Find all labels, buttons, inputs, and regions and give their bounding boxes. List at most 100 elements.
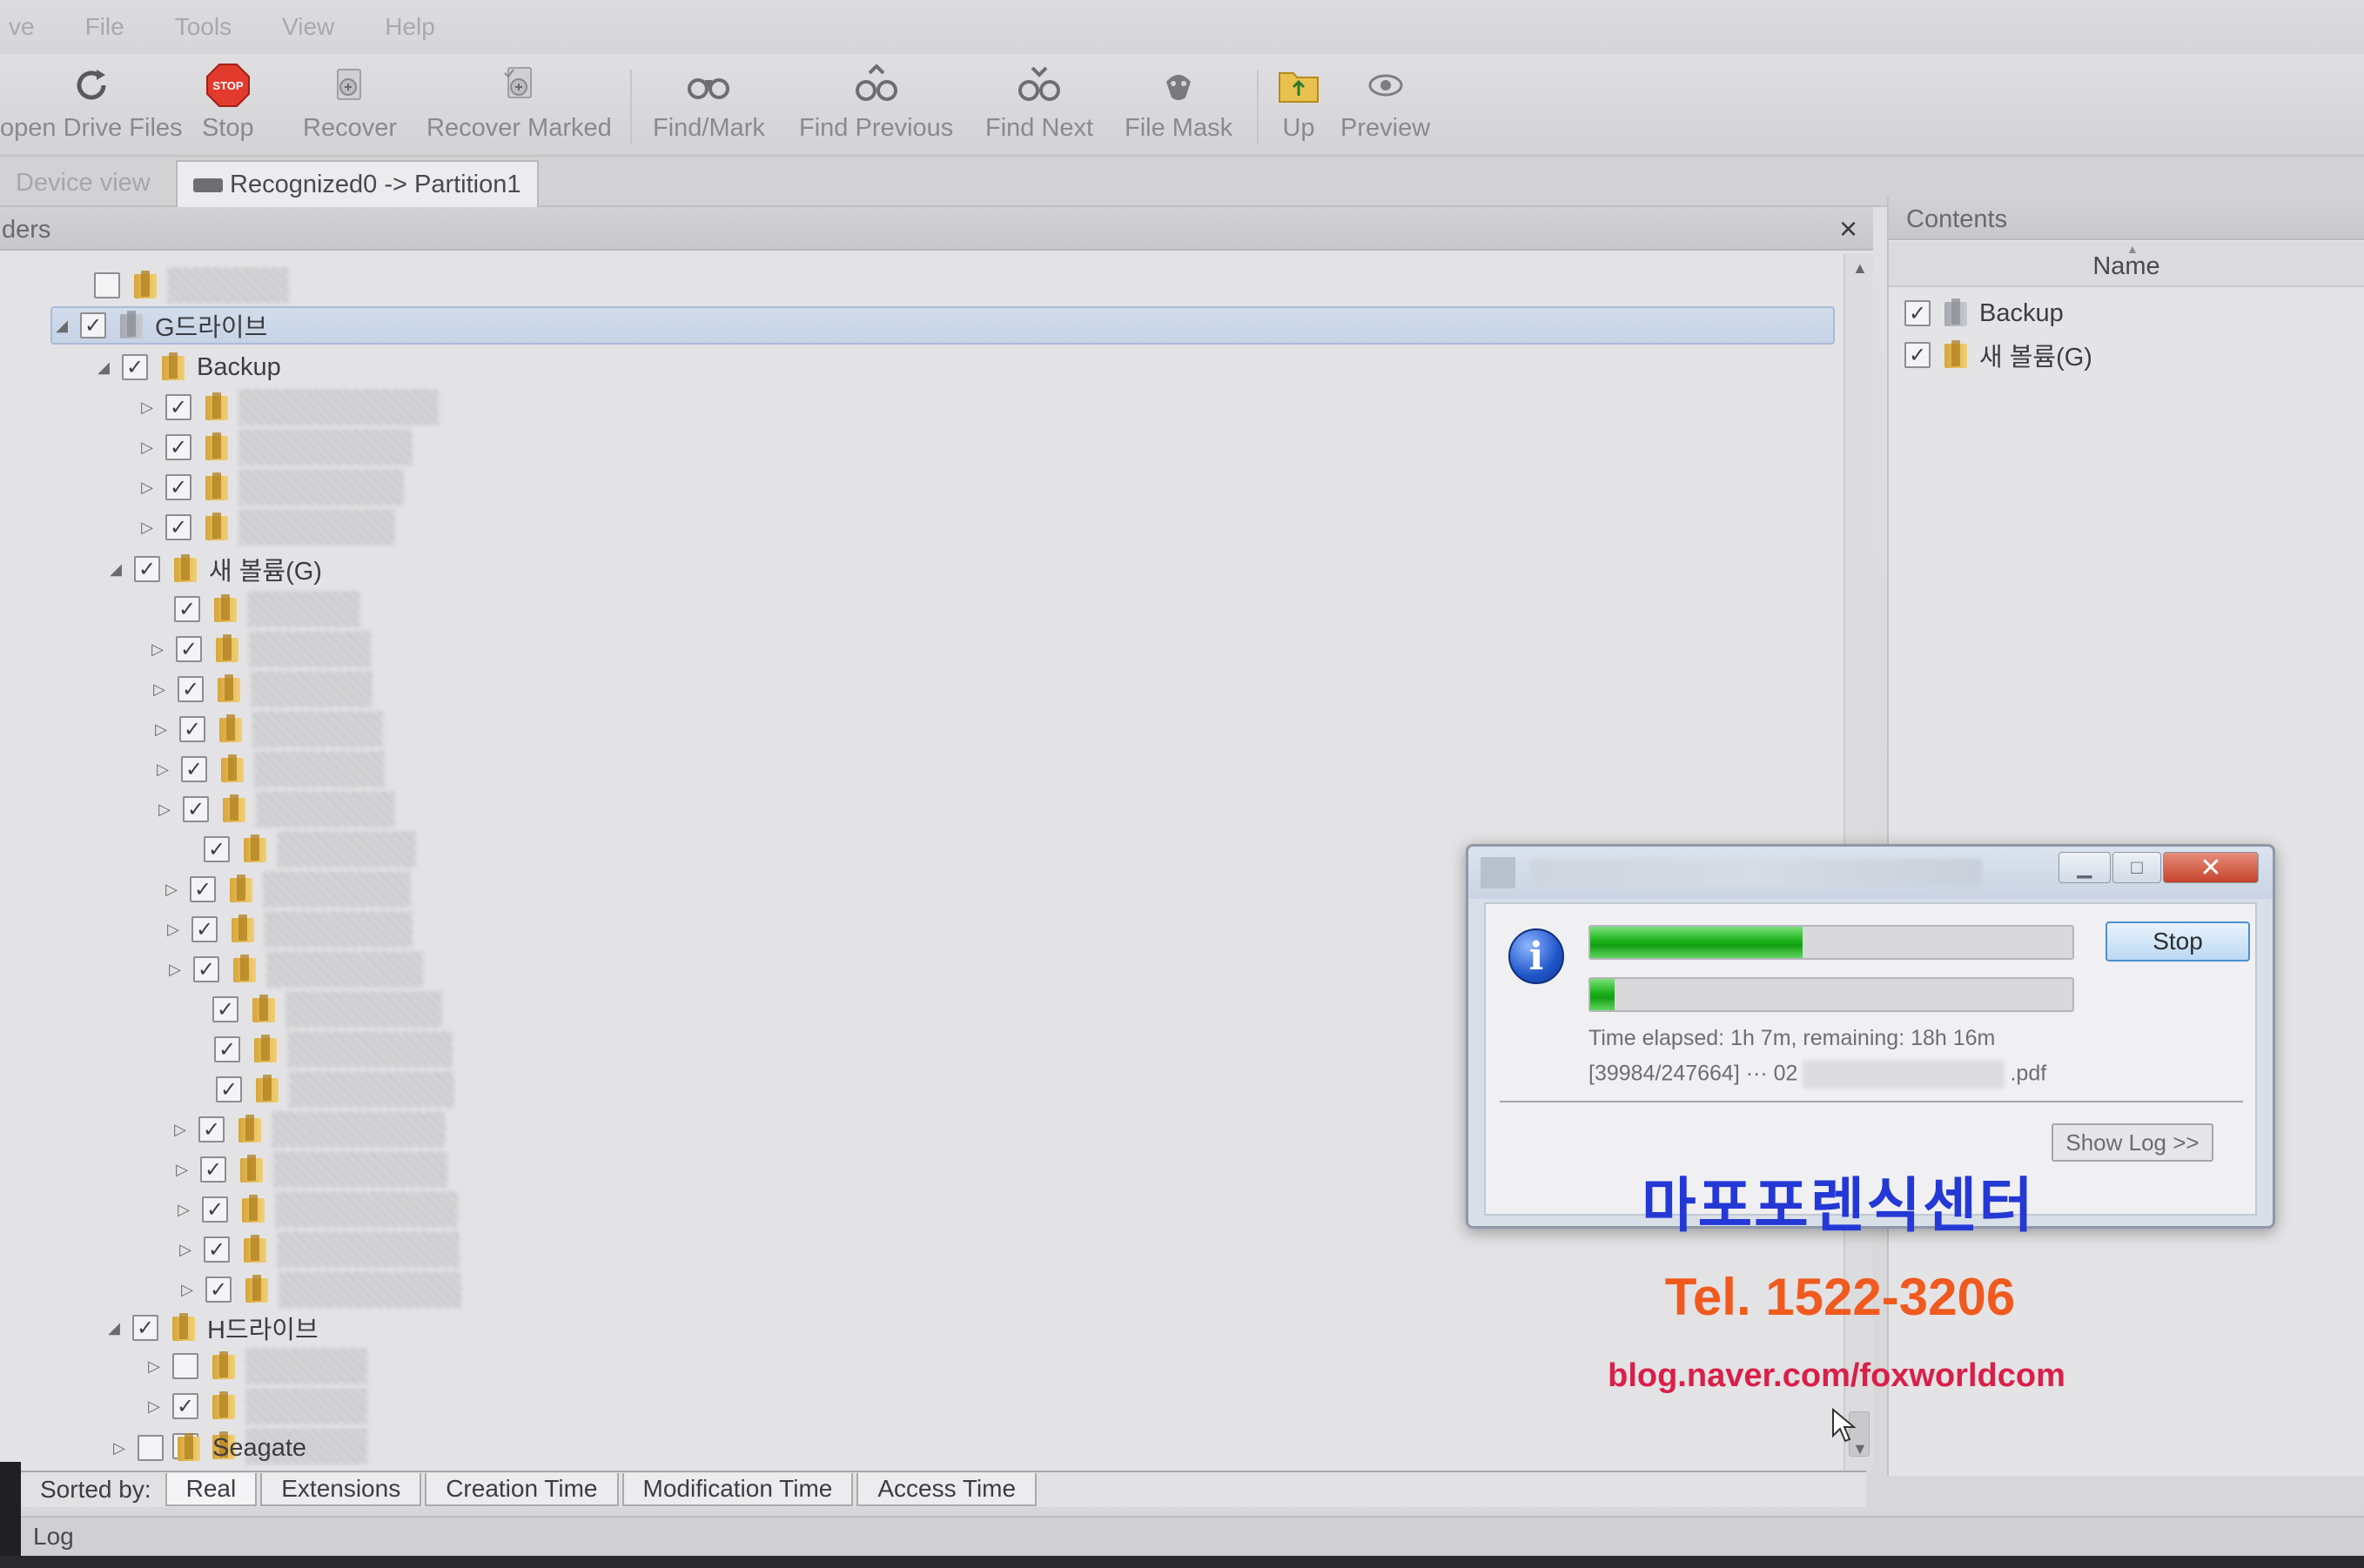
tree-checkbox[interactable]: ✓ [212, 996, 238, 1022]
tree-row[interactable]: ▷✓ [172, 1150, 447, 1189]
tree-row-seagate[interactable]: ▷ Seagate [110, 1429, 306, 1467]
tree-row[interactable]: ▷✓ [174, 1190, 458, 1229]
tree-checkbox[interactable]: ✓ [122, 354, 148, 380]
tree-checkbox[interactable]: ✓ [174, 596, 200, 622]
tree-row[interactable]: ✓ [146, 590, 360, 628]
tree-row[interactable]: ▷✓ [165, 950, 423, 988]
tab-partition[interactable]: Recognized0 -> Partition1 [176, 160, 539, 207]
tree-checkbox[interactable]: ✓ [179, 716, 205, 742]
tree-row[interactable]: ▷✓ [138, 388, 439, 426]
recover-button[interactable]: Recover [303, 63, 397, 150]
sort-access-time-tab[interactable]: Access Time [856, 1473, 1038, 1506]
collapse-arrow-icon[interactable]: ◢ [94, 358, 113, 377]
tree-row[interactable]: ▷✓ [155, 790, 395, 828]
tree-checkbox[interactable]: ✓ [165, 394, 191, 420]
tree-checkbox[interactable]: ✓ [165, 474, 191, 500]
tree-row[interactable]: ✓ [188, 1070, 454, 1109]
contents-row-backup[interactable]: ✓ Backup [1896, 294, 2064, 332]
tree-row[interactable]: ✓ [176, 830, 416, 868]
tree-row[interactable]: ▷✓ [138, 428, 413, 466]
file-mask-button[interactable]: File Mask [1125, 63, 1232, 150]
collapse-arrow-icon[interactable]: ◢ [104, 1319, 124, 1337]
tree-row[interactable]: ▷✓ [153, 750, 385, 788]
tree-checkbox[interactable] [138, 1435, 164, 1461]
expand-arrow-icon[interactable]: ▷ [165, 961, 185, 979]
contents-row-new-volume[interactable]: ✓ 새 볼륨(G) [1896, 336, 2092, 374]
stop-button[interactable]: STOP Stop [202, 63, 254, 150]
tree-checkbox[interactable]: ✓ [198, 1116, 225, 1142]
tree-checkbox[interactable]: ✓ [214, 1036, 240, 1062]
expand-arrow-icon[interactable]: ▷ [144, 1397, 164, 1416]
tree-row[interactable]: ▷✓ [148, 630, 371, 668]
expand-arrow-icon[interactable]: ▷ [110, 1439, 129, 1457]
tree-row-g-drive[interactable]: ◢ ✓ G드라이브 [50, 306, 1835, 345]
sort-modification-time-tab[interactable]: Modification Time [621, 1473, 854, 1506]
tree-checkbox[interactable]: ✓ [191, 916, 218, 942]
tree-checkbox[interactable]: ✓ [178, 676, 204, 702]
close-icon[interactable]: × [1839, 211, 1857, 247]
show-log-button[interactable]: Show Log >> [2052, 1123, 2213, 1162]
expand-arrow-icon[interactable]: ▷ [176, 1241, 195, 1259]
tree-checkbox[interactable]: ✓ [134, 556, 160, 582]
tree-row[interactable]: ▷ [144, 1347, 367, 1385]
tree-checkbox[interactable]: ✓ [200, 1156, 226, 1183]
preview-button[interactable]: Preview [1340, 63, 1430, 150]
tree-row-backup[interactable]: ◢ ✓ Backup [94, 348, 281, 386]
expand-arrow-icon[interactable]: ▷ [144, 1357, 164, 1376]
up-button[interactable]: Up [1276, 63, 1321, 150]
dialog-title-bar[interactable]: ▁ □ ✕ [1468, 847, 2273, 899]
find-mark-button[interactable]: Find/Mark [653, 63, 765, 150]
scroll-up-icon[interactable]: ▲ [1852, 259, 1868, 278]
sort-creation-time-tab[interactable]: Creation Time [425, 1473, 619, 1506]
expand-arrow-icon[interactable]: ▷ [162, 881, 181, 899]
find-previous-button[interactable]: Find Previous [799, 63, 953, 150]
tree-checkbox[interactable]: ✓ [132, 1315, 158, 1341]
tree-row[interactable]: ▷✓ [171, 1110, 446, 1149]
tree-row[interactable]: ✓ [186, 1030, 453, 1069]
name-column-header[interactable]: ▲ Name [1889, 242, 2364, 287]
menu-item-ve[interactable]: ve [3, 13, 40, 41]
expand-arrow-icon[interactable]: ▷ [138, 439, 157, 457]
tree-row[interactable]: ✓ [185, 990, 442, 1029]
sort-real-tab[interactable]: Real [165, 1473, 258, 1506]
expand-arrow-icon[interactable]: ▷ [150, 680, 169, 699]
expand-arrow-icon[interactable]: ▷ [178, 1281, 197, 1299]
tree-row[interactable]: ▷✓ [138, 508, 395, 546]
menu-item-help[interactable]: Help [379, 13, 440, 41]
contents-checkbox[interactable]: ✓ [1904, 300, 1931, 326]
tree-row[interactable]: ▷✓ [178, 1270, 461, 1309]
tree-checkbox[interactable]: ✓ [193, 956, 219, 982]
tree-row[interactable] [66, 266, 289, 305]
expand-arrow-icon[interactable]: ▷ [148, 640, 167, 659]
find-next-button[interactable]: Find Next [985, 63, 1093, 150]
log-bar[interactable]: Log [21, 1516, 2364, 1556]
contents-checkbox[interactable]: ✓ [1904, 342, 1931, 368]
tree-checkbox[interactable]: ✓ [205, 1277, 232, 1303]
expand-arrow-icon[interactable]: ▷ [151, 720, 171, 739]
menu-item-tools[interactable]: Tools [170, 13, 237, 41]
tree-checkbox[interactable]: ✓ [165, 514, 191, 540]
open-drive-files-button[interactable]: open Drive Files [0, 63, 183, 150]
expand-arrow-icon[interactable]: ▷ [155, 801, 174, 819]
minimize-icon[interactable]: ▁ [2058, 852, 2111, 883]
tree-checkbox[interactable]: ✓ [80, 312, 106, 338]
tree-checkbox[interactable] [94, 272, 120, 298]
expand-arrow-icon[interactable]: ▷ [138, 399, 157, 417]
menu-item-file[interactable]: File [80, 13, 130, 41]
expand-arrow-icon[interactable]: ▷ [138, 519, 157, 537]
expand-arrow-icon[interactable]: ▷ [138, 479, 157, 497]
tree-checkbox[interactable]: ✓ [172, 1393, 198, 1419]
expand-arrow-icon[interactable]: ▷ [164, 921, 183, 939]
collapse-arrow-icon[interactable]: ◢ [106, 560, 125, 579]
tree-row[interactable]: ▷✓ [162, 870, 411, 908]
tree-checkbox[interactable]: ✓ [204, 836, 230, 862]
tree-checkbox[interactable]: ✓ [165, 434, 191, 460]
maximize-icon[interactable]: □ [2112, 852, 2161, 883]
tree-row-h-drive[interactable]: ◢ ✓ H드라이브 [104, 1309, 319, 1347]
recover-marked-button[interactable]: Recover Marked [426, 63, 612, 150]
tree-checkbox[interactable] [172, 1353, 198, 1379]
tree-row-new-volume[interactable]: ◢ ✓ 새 볼륨(G) [106, 550, 322, 588]
dialog-stop-button[interactable]: Stop [2105, 921, 2250, 962]
menu-item-view[interactable]: View [277, 13, 339, 41]
tree-checkbox[interactable]: ✓ [204, 1236, 230, 1263]
